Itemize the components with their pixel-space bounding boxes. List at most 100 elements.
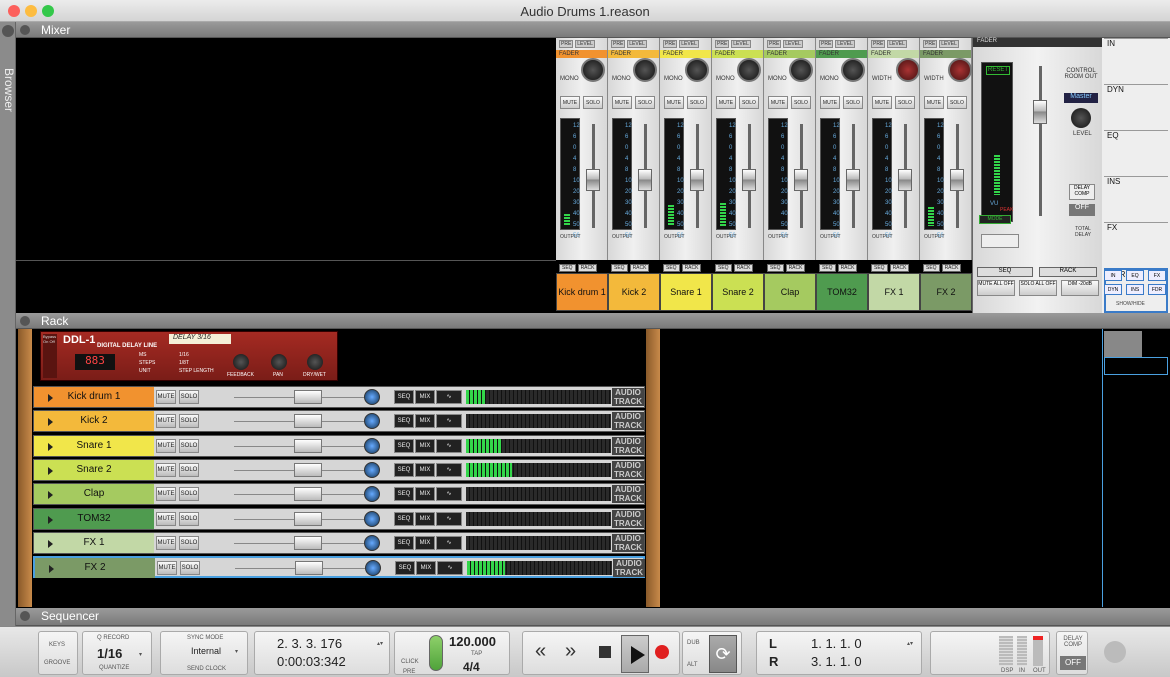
fader-handle[interactable] [294, 462, 322, 477]
mute-button[interactable]: MUTE [612, 96, 632, 109]
pan-knob[interactable] [685, 58, 709, 82]
q-record-label[interactable]: Q RECORD [97, 635, 129, 641]
rack-collapse-icon[interactable] [20, 316, 30, 326]
mute-button[interactable]: MUTE [157, 561, 177, 576]
expand-triangle-icon[interactable] [48, 491, 53, 500]
pre-label[interactable]: PRE [403, 669, 415, 675]
output-label[interactable]: OUTPUT [820, 234, 841, 240]
solo-button[interactable]: SOLO [843, 96, 863, 109]
panel-section-dyn[interactable]: DYN [1104, 84, 1168, 129]
click-label[interactable]: CLICK [401, 659, 419, 665]
pan-knob[interactable] [948, 58, 972, 82]
fader-handle[interactable] [950, 169, 964, 191]
fader-handle[interactable] [846, 169, 860, 191]
pan-knob[interactable] [365, 560, 381, 577]
mute-button[interactable]: MUTE [156, 487, 176, 502]
feedback-knob[interactable] [233, 354, 249, 370]
delay-comp-toggle-transport[interactable]: OFF [1060, 656, 1086, 670]
pre-button[interactable]: PRE [663, 40, 678, 48]
mute-button[interactable]: MUTE [156, 535, 176, 550]
mute-button[interactable]: MUTE [768, 96, 788, 109]
fader-handle[interactable] [295, 561, 323, 576]
alt-button[interactable]: ALT [687, 662, 698, 668]
output-label[interactable]: OUTPUT [560, 234, 581, 240]
rack-button[interactable]: RACK [837, 264, 858, 272]
send-clock-label[interactable]: SEND CLOCK [187, 666, 226, 672]
mute-button[interactable]: MUTE [156, 390, 176, 404]
seq-button[interactable]: SEQ [394, 462, 414, 477]
seq-button[interactable]: SEQ [394, 438, 414, 453]
mute-button[interactable]: MUTE [872, 96, 892, 109]
show-hide-fx-button[interactable]: FX [1148, 270, 1166, 281]
audio-track-device[interactable]: FX 2 MUTE SOLO SEQ MIX ∿ AUDIO TRACK [33, 556, 645, 579]
click-toggle[interactable] [429, 635, 443, 671]
audio-track-device[interactable]: Snare 1 MUTE SOLO SEQ MIX ∿ AUDIO TRACK [33, 434, 645, 457]
stop-icon[interactable] [599, 646, 611, 658]
waveform-icon[interactable]: ∿ [436, 390, 462, 404]
seq-button[interactable]: SEQ [871, 264, 888, 272]
pre-button[interactable]: PRE [611, 40, 626, 48]
output-label[interactable]: OUTPUT [768, 234, 789, 240]
solo-button[interactable]: SOLO [179, 462, 199, 477]
mixer-collapse-icon[interactable] [20, 25, 30, 35]
browser-toggle-icon[interactable] [2, 25, 14, 37]
mix-button[interactable]: MIX [415, 535, 435, 550]
audio-track-device[interactable]: Clap MUTE SOLO SEQ MIX ∿ AUDIO TRACK [33, 483, 645, 506]
solo-button[interactable]: SOLO [583, 96, 603, 109]
pan-knob[interactable] [364, 389, 380, 405]
mix-button[interactable]: MIX [415, 487, 435, 502]
mute-all-off-button[interactable]: MUTE ALL OFF [977, 280, 1015, 296]
mix-button[interactable]: MIX [416, 561, 436, 576]
expand-triangle-icon[interactable] [49, 565, 54, 574]
drywet-knob[interactable] [307, 354, 323, 370]
delay-comp-toggle[interactable]: OFF [1069, 204, 1095, 216]
tempo-value[interactable]: 120.000 [449, 634, 496, 649]
record-icon[interactable] [655, 645, 669, 659]
show-hide-dyn-button[interactable]: DYN [1104, 284, 1122, 295]
fader-handle[interactable] [294, 535, 322, 550]
seq-button[interactable]: SEQ [394, 511, 414, 526]
mute-button[interactable]: MUTE [924, 96, 944, 109]
pan-knob[interactable] [364, 510, 380, 527]
channel-name[interactable]: FX 2 [920, 273, 972, 311]
solo-button[interactable]: SOLO [791, 96, 811, 109]
channel-name[interactable]: Clap [764, 273, 816, 311]
master-rack-button[interactable]: RACK [1039, 267, 1097, 277]
audio-track-device[interactable]: Kick 2 MUTE SOLO SEQ MIX ∿ AUDIO TRACK [33, 410, 645, 433]
panel-section-in[interactable]: IN [1104, 38, 1168, 83]
mute-button[interactable]: MUTE [664, 96, 684, 109]
rack-button[interactable]: RACK [941, 264, 962, 272]
pan-knob[interactable] [364, 437, 380, 454]
mute-button[interactable]: MUTE [156, 462, 176, 477]
channel-name[interactable]: Snare 1 [660, 273, 712, 311]
fader-handle[interactable] [794, 169, 808, 191]
waveform-icon[interactable]: ∿ [436, 511, 462, 526]
rack-section-bar[interactable]: Rack [16, 313, 1170, 329]
fader-handle[interactable] [586, 169, 600, 191]
expand-triangle-icon[interactable] [48, 466, 53, 475]
waveform-button[interactable] [981, 234, 1019, 248]
solo-button[interactable]: SOLO [180, 561, 200, 576]
fader-handle[interactable] [898, 169, 912, 191]
rack-button[interactable]: RACK [577, 264, 598, 272]
mixer-section-bar[interactable]: Mixer [16, 22, 1170, 38]
quantize-dropdown-icon[interactable]: ▾ [139, 651, 142, 658]
channel-name[interactable]: Kick drum 1 [556, 273, 608, 311]
seq-button[interactable]: SEQ [394, 414, 414, 429]
panel-section-fx[interactable]: FX [1104, 222, 1168, 267]
mute-button[interactable]: MUTE [716, 96, 736, 109]
pre-button[interactable]: PRE [767, 40, 782, 48]
seq-button[interactable]: SEQ [394, 487, 414, 502]
song-position[interactable]: 2. 3. 3. 176 [277, 636, 342, 651]
mix-button[interactable]: MIX [415, 390, 435, 404]
seq-button[interactable]: SEQ [663, 264, 680, 272]
seq-button[interactable]: SEQ [611, 264, 628, 272]
dub-button[interactable]: DUB [687, 640, 700, 646]
pan-knob[interactable] [737, 58, 761, 82]
seq-button[interactable]: SEQ [819, 264, 836, 272]
solo-button[interactable]: SOLO [947, 96, 967, 109]
rack-overview[interactable] [1104, 331, 1142, 357]
seq-button[interactable]: SEQ [395, 561, 415, 576]
loop-icon[interactable]: ⟳ [709, 635, 737, 673]
fader-handle[interactable] [294, 390, 322, 404]
